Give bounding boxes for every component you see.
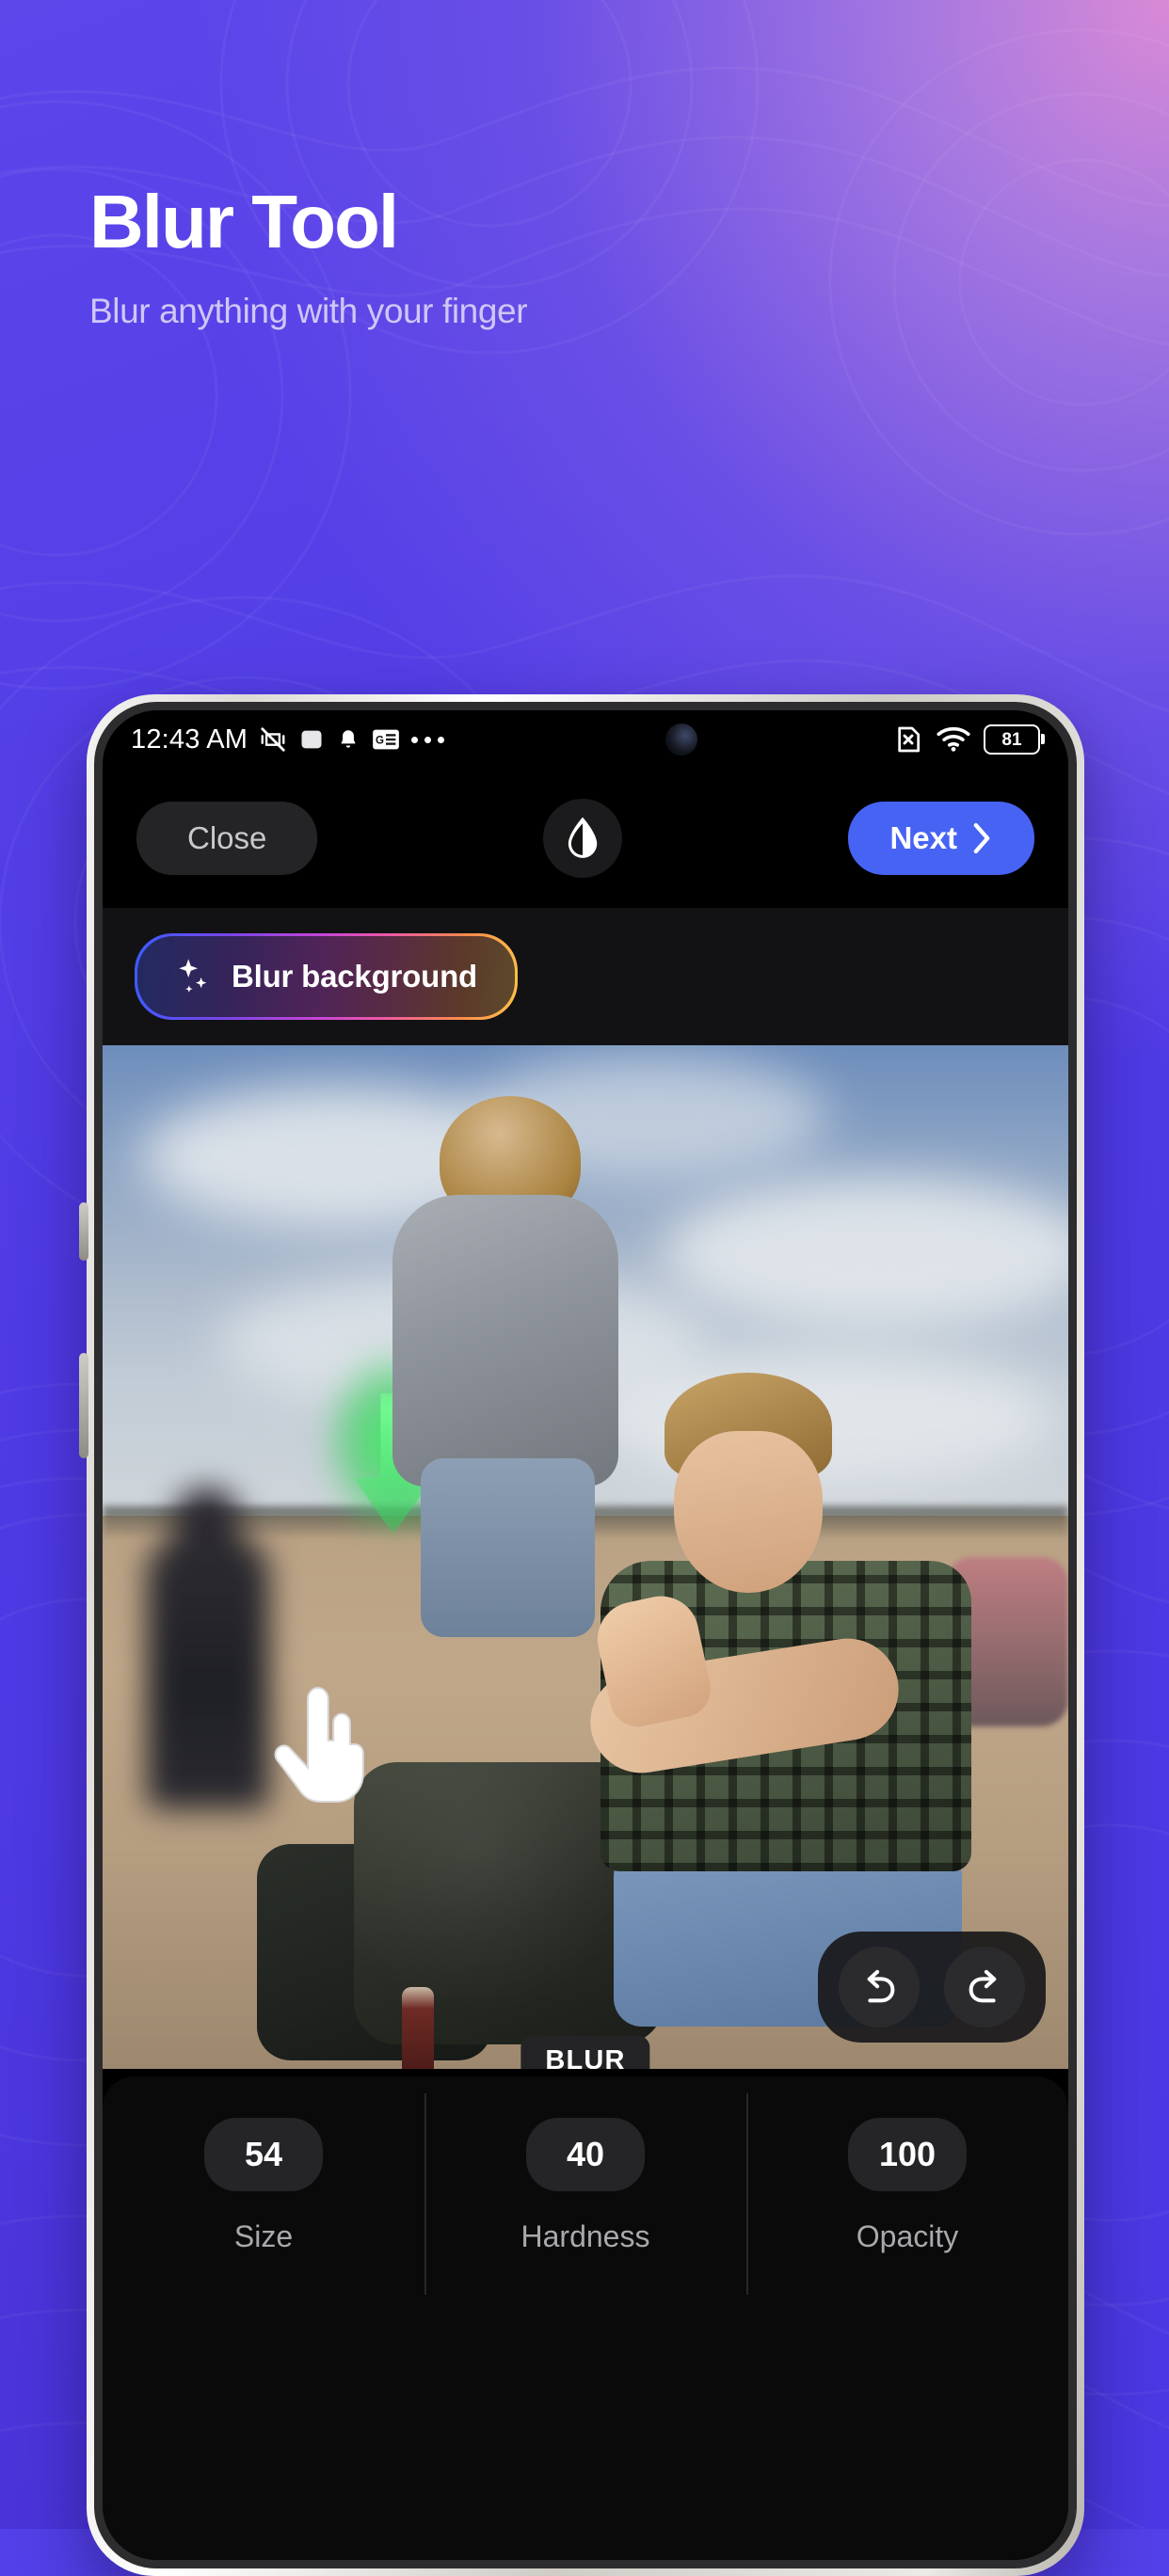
status-bar-left: 12:43 AM G: [131, 724, 445, 755]
sparkle-icon: [179, 959, 207, 993]
brush-controls-panel: 54 Size 40 Hardness 100 Opacity: [103, 2076, 1068, 2359]
opacity-contrast-button[interactable]: [543, 799, 623, 878]
phone-screen: 12:43 AM G 81 Close Next Blur background…: [103, 710, 1068, 2560]
phone-side-button-power: [79, 1353, 88, 1458]
status-bar-right: 81: [893, 724, 1045, 755]
overflow-dots-icon: [411, 736, 445, 743]
control-hardness-value[interactable]: 40: [526, 2118, 645, 2191]
editor-toolbar: Close Next: [103, 769, 1068, 908]
hero-text-block: Blur Tool Blur anything with your finger: [89, 179, 1078, 333]
pointing-hand-icon: [274, 1686, 365, 1803]
bell-icon: [341, 730, 356, 748]
sim-off-icon: [898, 726, 920, 753]
control-size[interactable]: 54 Size: [103, 2076, 424, 2359]
status-bar: 12:43 AM G 81: [103, 710, 1068, 769]
wifi-icon: [937, 726, 970, 752]
app-square-icon: [301, 730, 322, 749]
control-hardness-label: Hardness: [520, 2219, 650, 2253]
next-button-label: Next: [889, 820, 957, 855]
blur-background-label: Blur background: [232, 959, 478, 994]
control-opacity-value[interactable]: 100: [848, 2118, 967, 2191]
redo-arrow-icon: [969, 1969, 997, 2003]
photo-canvas[interactable]: BLUR: [103, 1045, 1068, 2069]
control-size-value[interactable]: 54: [204, 2118, 323, 2191]
front-camera-punchhole: [665, 724, 697, 755]
control-opacity-label: Opacity: [856, 2219, 959, 2253]
phone-mockup: 12:43 AM G 81 Close Next Blur background…: [79, 694, 1084, 2576]
chevron-right-icon: [973, 822, 990, 854]
promo-chip-row: Blur background: [103, 908, 1068, 1045]
undo-redo-group: [818, 1932, 1046, 2043]
brush-mode-badge: BLUR: [520, 2036, 650, 2069]
droplet-contrast-icon: [568, 817, 598, 858]
svg-text:G: G: [376, 736, 384, 747]
control-hardness[interactable]: 40 Hardness: [424, 2076, 746, 2359]
blurred-person: [147, 1487, 270, 1810]
blur-background-button[interactable]: Blur background: [135, 933, 519, 1020]
undo-button[interactable]: [839, 1947, 920, 2027]
redo-button[interactable]: [944, 1947, 1025, 2027]
close-button[interactable]: Close: [136, 802, 318, 875]
vibrate-off-icon: [261, 727, 285, 752]
status-bar-notch-area: [444, 710, 893, 769]
control-opacity[interactable]: 100 Opacity: [746, 2076, 1068, 2359]
bottom-filler: [103, 2359, 1068, 2560]
page-title: Blur Tool: [89, 180, 399, 263]
photo-image: [103, 1045, 1068, 2069]
battery-level-label: 81: [1001, 729, 1022, 750]
photo-person-seated-face: [673, 1431, 823, 1594]
photo-bottle: [402, 1986, 435, 2069]
photo-person-jeans: [420, 1458, 595, 1638]
control-size-label: Size: [233, 2219, 294, 2253]
battery-icon: 81: [984, 724, 1045, 755]
undo-arrow-icon: [867, 1969, 895, 2003]
blur-background-button-inner: Blur background: [137, 936, 515, 1017]
phone-side-button-volume: [79, 1202, 88, 1261]
page-subtitle: Blur anything with your finger: [89, 292, 528, 330]
next-button[interactable]: Next: [848, 802, 1034, 875]
status-bar-clock: 12:43 AM: [131, 724, 248, 755]
photo-person-seated: [576, 1373, 971, 2027]
google-news-icon: G: [373, 729, 399, 750]
